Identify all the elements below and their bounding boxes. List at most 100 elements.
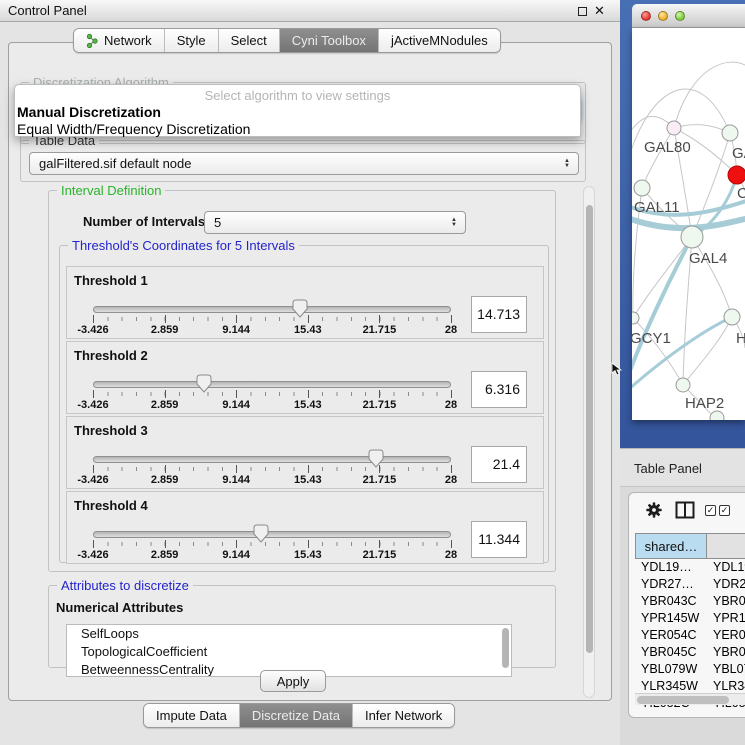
table-row[interactable]: YER054CYER054C (635, 628, 745, 645)
threshold-2-panel: Threshold 2 -3.426 2.859 9.144 15.43 21.… (66, 341, 544, 414)
interval-definition-group: Interval Definition Number of Intervals … (48, 190, 556, 572)
checkbox-icon[interactable]: ✓ (705, 505, 716, 516)
threshold-2-slider-handle[interactable] (196, 374, 212, 393)
float-window-icon[interactable] (578, 7, 587, 16)
tab-jactivemnodules[interactable]: jActiveMNodules (378, 29, 500, 52)
threshold-3-value-field[interactable]: 21.4 (471, 446, 527, 483)
attributes-group-label: Attributes to discretize (57, 578, 193, 593)
column-header-name[interactable]: name (706, 533, 745, 559)
table-horizontal-scrollbar[interactable] (635, 693, 745, 705)
control-panel: Control Panel ✕ Network Style Select Cyn… (0, 0, 620, 745)
table-row[interactable]: YBR045CYBR045C (635, 645, 745, 662)
node-gal11[interactable] (634, 180, 650, 196)
node-label: GCY1 (632, 330, 671, 347)
close-traffic-light[interactable] (641, 11, 651, 21)
threshold-1-slider-track[interactable] (93, 306, 451, 313)
tab-infer-network[interactable]: Infer Network (352, 704, 454, 727)
list-item-selfloops[interactable]: SelfLoops (67, 625, 511, 643)
tab-select-label: Select (231, 33, 267, 48)
content-scrollbar-track[interactable] (583, 186, 595, 698)
list-scrollbar[interactable] (502, 628, 509, 668)
node-hap2[interactable] (676, 378, 690, 392)
checkbox-icon[interactable]: ✓ (719, 505, 730, 516)
minimize-traffic-light[interactable] (658, 11, 668, 21)
network-icon (86, 34, 99, 48)
attributes-to-discretize-group: Attributes to discretize Numerical Attri… (48, 585, 556, 668)
number-of-intervals-label: Number of Intervals (83, 214, 205, 229)
node-red-selected[interactable] (728, 166, 745, 184)
control-panel-titlebar: Control Panel ✕ (0, 0, 620, 22)
table-row[interactable]: YBR043CYBR043C (635, 594, 745, 611)
gear-icon[interactable] (645, 501, 663, 519)
threshold-2-slider-track[interactable] (93, 381, 451, 388)
node-label: GA (732, 145, 745, 162)
node-ga[interactable] (722, 125, 738, 141)
node-label: H (736, 330, 745, 347)
popup-item-manual-discretization[interactable]: Manual Discretization (17, 104, 161, 120)
content-scrollbar-thumb[interactable] (586, 205, 593, 653)
table-row[interactable]: YBL079WYBL079W (635, 662, 745, 679)
number-of-intervals-value: 5 (214, 215, 221, 230)
node-gcy1[interactable] (632, 312, 639, 324)
table-row[interactable]: YDL19…YDL19… (635, 560, 745, 577)
threshold-3-slider-handle[interactable] (368, 449, 384, 468)
network-window-titlebar (632, 4, 745, 28)
node-bottom-partial[interactable] (710, 411, 724, 420)
slider-minor-ticks (93, 542, 451, 546)
tab-style[interactable]: Style (164, 29, 218, 52)
thresholds-coordinates-group: Threshold's Coordinates for 5 Intervals … (59, 245, 549, 563)
table-data-combo-value: galFiltered.sif default node (39, 156, 191, 171)
slider-minor-ticks (93, 467, 451, 471)
tab-cyni-toolbox-label: Cyni Toolbox (292, 33, 366, 48)
node-gal80[interactable] (667, 121, 681, 135)
threshold-2-value-field[interactable]: 6.316 (471, 371, 527, 408)
popup-item-equal-width-frequency[interactable]: Equal Width/Frequency Discretization (17, 121, 250, 137)
table-panel-titlebar: Table Panel (620, 448, 745, 487)
threshold-4-slider-track[interactable] (93, 531, 451, 538)
threshold-1-panel: Threshold 1 -3.426 2.859 9.144 15.43 21.… (66, 266, 544, 339)
tab-impute-data[interactable]: Impute Data (144, 704, 239, 727)
close-icon[interactable]: ✕ (594, 3, 605, 19)
threshold-1-slider-handle[interactable] (292, 299, 308, 318)
combo-arrows-icon: ▲▼ (451, 218, 457, 228)
table-viewport: shared… name YDL19…YDL19… YDR27…YDR27… Y… (635, 533, 745, 711)
popup-placeholder-item[interactable]: Select algorithm to view settings (15, 88, 580, 103)
column-header-shared-name[interactable]: shared… (635, 533, 707, 559)
table-data-group: Table Data galFiltered.sif default node … (20, 140, 586, 182)
tab-select[interactable]: Select (218, 29, 279, 52)
threshold-4-panel: Threshold 4 -3.426 2.859 9.144 15.43 21.… (66, 491, 544, 564)
table-row[interactable]: YPR145WYPR145W (635, 611, 745, 628)
tab-cyni-toolbox[interactable]: Cyni Toolbox (279, 29, 378, 52)
table-data-combo[interactable]: galFiltered.sif default node ▲▼ (29, 152, 579, 175)
tab-network[interactable]: Network (74, 29, 164, 52)
algorithm-dropdown-popup: Select algorithm to view settings Manual… (14, 84, 581, 137)
zoom-traffic-light[interactable] (675, 11, 685, 21)
table-horizontal-scrollbar-thumb[interactable] (637, 696, 729, 704)
table-row[interactable]: YDR27…YDR27… (635, 577, 745, 594)
threshold-1-value-field[interactable]: 14.713 (471, 296, 527, 333)
table-panel-title: Table Panel (634, 461, 702, 476)
threshold-3-slider-track[interactable] (93, 456, 451, 463)
split-columns-icon[interactable] (675, 501, 695, 519)
node-label: GAL80 (644, 139, 691, 156)
network-canvas[interactable]: GAL80 GA C GAL11 GAL4 GCY1 H HAP2 (632, 28, 745, 420)
bottom-tab-bar: Impute Data Discretize Data Infer Networ… (143, 703, 455, 728)
tab-style-label: Style (177, 33, 206, 48)
slider-minor-ticks (93, 392, 451, 396)
node-label: HAP2 (685, 395, 724, 412)
apply-button[interactable]: Apply (260, 670, 326, 692)
list-item-topologicalcoefficient[interactable]: TopologicalCoefficient (67, 643, 511, 661)
node-gal4[interactable] (681, 226, 703, 248)
node-label: GAL11 (634, 199, 680, 216)
panel-title: Control Panel (8, 3, 87, 18)
tab-discretize-data[interactable]: Discretize Data (239, 704, 352, 727)
threshold-3-panel: Threshold 3 -3.426 2.859 9.144 15.43 21.… (66, 416, 544, 489)
node-label: C (737, 185, 745, 202)
threshold-4-slider-handle[interactable] (253, 524, 269, 543)
number-of-intervals-combo[interactable]: 5 ▲▼ (204, 211, 466, 234)
node-label: GAL4 (689, 250, 727, 267)
node-h[interactable] (724, 309, 740, 325)
threshold-4-value-field[interactable]: 11.344 (471, 521, 527, 558)
mouse-cursor (611, 362, 623, 376)
combo-arrows-icon: ▲▼ (564, 159, 570, 169)
